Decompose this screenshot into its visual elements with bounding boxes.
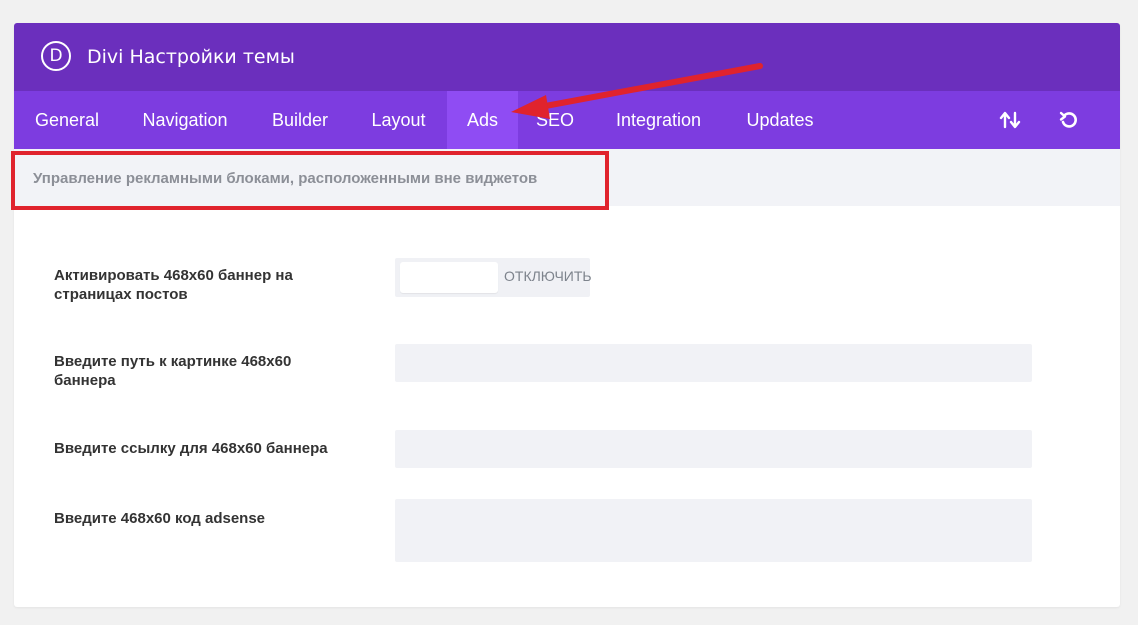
tab-builder[interactable]: Builder xyxy=(250,91,350,149)
import-export-icon-glyph xyxy=(999,111,1021,129)
tab-updates[interactable]: Updates xyxy=(725,91,835,149)
import-export-icon[interactable] xyxy=(990,91,1030,149)
annotation-highlight-box xyxy=(11,151,609,210)
toggle-knob[interactable] xyxy=(400,262,498,293)
setting-label-adsense-code: Введите 468x60 код adsense xyxy=(54,510,266,527)
page-title: Divi Настройки темы xyxy=(87,46,295,68)
tab-integration[interactable]: Integration xyxy=(592,91,725,149)
toggle-state-label: ОТКЛЮЧИТЬ xyxy=(504,268,592,284)
theme-options-panel: D Divi Настройки темы General Navigation… xyxy=(14,23,1120,607)
activate-banner-toggle[interactable]: ОТКЛЮЧИТЬ xyxy=(395,258,592,297)
tab-layout[interactable]: Layout xyxy=(350,91,447,149)
divi-logo: D xyxy=(41,41,71,71)
tab-bar: General Navigation Builder Layout Ads SE… xyxy=(14,91,1120,149)
tab-general[interactable]: General xyxy=(14,91,120,149)
setting-label-activate-banner: Активировать 468x60 баннер на страницах … xyxy=(54,267,293,303)
reset-icon[interactable] xyxy=(1049,91,1089,149)
banner-image-input[interactable] xyxy=(395,344,1032,382)
setting-label-banner-image: Введите путь к картинке 468x60 баннера xyxy=(54,353,292,389)
tab-navigation[interactable]: Navigation xyxy=(120,91,250,149)
tab-seo[interactable]: SEO xyxy=(518,91,592,149)
banner-link-input[interactable] xyxy=(395,430,1032,468)
adsense-code-textarea[interactable] xyxy=(395,499,1032,562)
tab-ads[interactable]: Ads xyxy=(447,91,518,149)
setting-label-banner-link: Введите ссылку для 468x60 баннера xyxy=(54,440,328,457)
reset-icon-glyph xyxy=(1059,111,1077,128)
header-bar: D Divi Настройки темы xyxy=(14,23,1120,91)
